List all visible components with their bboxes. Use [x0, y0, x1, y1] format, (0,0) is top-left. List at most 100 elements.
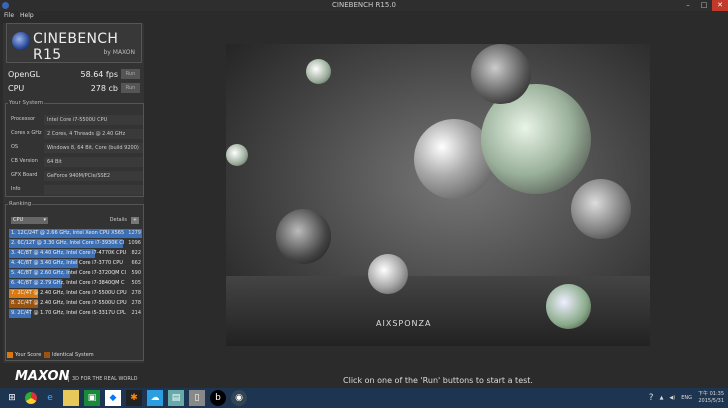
system-row: CB Version 64 Bit — [9, 156, 143, 167]
ranking-item-score: 214 — [131, 310, 141, 316]
logo-title: CINEBENCH R15 — [33, 31, 119, 63]
ranking-item-score: 505 — [131, 280, 141, 286]
window-title: CINEBENCH R15.0 — [332, 1, 396, 9]
ranking-item[interactable]: 2. 6C/12T @ 3.30 GHz, Intel Core i7-3930… — [9, 239, 142, 248]
maxon-tagline: 3D FOR THE REAL WORLD — [68, 376, 137, 382]
cpu-value: 278 cb — [90, 84, 118, 93]
cpu-run-button[interactable]: Run — [121, 83, 140, 93]
system-row: Info — [9, 184, 143, 195]
network-icon[interactable]: ▲ — [660, 395, 664, 401]
language-indicator[interactable]: ENG — [681, 395, 692, 401]
store-icon[interactable]: ▣ — [84, 390, 100, 406]
remote-desktop-icon[interactable]: ▤ — [168, 390, 184, 406]
system-row-label: OS — [11, 144, 19, 150]
system-row: OS Windows 8, 64 Bit, Core (build 9200) — [9, 142, 143, 153]
ranking-title: Ranking — [9, 201, 32, 207]
help-icon[interactable]: ? — [649, 393, 654, 403]
menu-help[interactable]: Help — [20, 11, 34, 21]
opengl-score-row: OpenGL 58.64 fps Run — [8, 69, 140, 79]
chrome-icon[interactable] — [25, 392, 37, 404]
ranking-item[interactable]: 9. 2C/4T @ 1.70 GHz, Intel Core i5-3317U… — [9, 309, 142, 318]
ranking-item-label: 8. 2C/4T @ 2.40 GHz, Intel Core i7-5500U… — [11, 300, 127, 306]
dropbox-icon[interactable]: ◆ — [105, 390, 121, 406]
ranking-item-label: 6. 4C/8T @ 2.79 GHz, Intel Core i7-3840Q… — [11, 280, 125, 286]
system-row-label: CB Version — [11, 158, 38, 164]
maximize-button[interactable]: □ — [696, 0, 712, 11]
system-row-label: Cores x GHz — [11, 130, 42, 136]
identical-swatch — [44, 352, 50, 358]
aixsponza-watermark: AIXSPONZA — [376, 319, 432, 328]
your-system-title: Your System — [9, 100, 43, 106]
cinebench-taskbar-icon[interactable]: ◉ — [231, 390, 247, 406]
maxon-logo: MAXON — [15, 369, 70, 384]
system-row-label: Info — [11, 186, 21, 192]
ranking-item-score: 1096 — [128, 240, 141, 246]
ranking-item[interactable]: 3. 4C/8T @ 4.40 GHz, Intel Core i7-4770K… — [9, 249, 142, 258]
system-row-value — [44, 185, 143, 195]
minimize-button[interactable]: – — [680, 0, 696, 11]
opengl-run-button[interactable]: Run — [121, 69, 140, 79]
ranking-panel: Ranking CPU ▾ Details + 1. 12C/24T @ 2.6… — [5, 201, 144, 361]
legend-identical-system: Identical System — [44, 352, 94, 358]
ranking-type-dropdown[interactable]: CPU ▾ — [11, 217, 48, 224]
system-row-label: Processor — [11, 116, 36, 122]
ranking-item[interactable]: 5. 4C/8T @ 2.60 GHz, Intel Core i7-3720Q… — [9, 269, 142, 278]
render-sphere — [368, 254, 408, 294]
logo-subtitle: by MAXON — [103, 49, 136, 56]
folder-icon[interactable]: ▯ — [189, 390, 205, 406]
legend-your-score: Your Score — [7, 352, 41, 358]
menu-bar: File Help — [0, 11, 34, 21]
left-panel: CINEBENCH R15 by MAXON OpenGL 58.64 fps … — [3, 23, 144, 363]
ranking-item-score: 662 — [131, 260, 141, 266]
system-row: Cores x GHz 2 Cores, 4 Threads @ 2.40 GHz — [9, 128, 143, 139]
system-row-value: GeForce 940M/PCIe/SSE2 — [44, 171, 143, 181]
system-row-value: Intel Core i7-5500U CPU — [44, 115, 143, 125]
status-message: Click on one of the 'Run' buttons to sta… — [343, 376, 533, 385]
ranking-item-label: 5. 4C/8T @ 2.60 GHz, Intel Core i7-3720Q… — [11, 270, 127, 276]
your-system-panel: Your System Processor Intel Core i7-5500U… — [5, 100, 144, 197]
details-label: Details — [109, 217, 127, 223]
internet-explorer-icon[interactable]: e — [42, 390, 58, 406]
render-viewport: AIXSPONZA — [226, 44, 650, 346]
system-row-value: 2 Cores, 4 Threads @ 2.40 GHz — [44, 129, 143, 139]
taskbar: ⊞ e ▣ ◆ ✱ ☁ ▤ ▯ b ◉ ? ▲ ◀) ENG 下午 01:35 2… — [0, 388, 728, 408]
ranking-item-label: 1. 12C/24T @ 2.66 GHz, Intel Xeon CPU X5… — [11, 230, 125, 236]
system-tray: ? ▲ ◀) ENG 下午 01:35 2015/5/31 — [649, 388, 724, 408]
legend-label: Your Score — [15, 352, 42, 358]
cloud-icon[interactable]: ☁ — [147, 390, 163, 406]
ranking-item-score: 278 — [131, 300, 141, 306]
ranking-item-label: 2. 6C/12T @ 3.30 GHz, Intel Core i7-3930… — [11, 240, 125, 246]
windows-start-icon[interactable]: ⊞ — [4, 390, 20, 406]
ranking-item[interactable]: 1. 12C/24T @ 2.66 GHz, Intel Xeon CPU X5… — [9, 229, 142, 238]
ranking-item-label: 3. 4C/8T @ 4.40 GHz, Intel Core i7-4770K… — [11, 250, 127, 256]
menu-file[interactable]: File — [4, 11, 14, 21]
beats-icon[interactable]: b — [210, 390, 226, 406]
volume-icon[interactable]: ◀) — [669, 395, 675, 401]
cpu-label: CPU — [8, 84, 25, 93]
system-row: GFX Board GeForce 940M/PCIe/SSE2 — [9, 170, 143, 181]
ranking-item[interactable]: 8. 2C/4T @ 2.40 GHz, Intel Core i7-5500U… — [9, 299, 142, 308]
ranking-item-score: 590 — [131, 270, 141, 276]
ranking-item-label: 7. 2C/4T @ 2.40 GHz, Intel Core i7-5500U… — [11, 290, 127, 296]
clock-date: 2015/5/31 — [698, 398, 724, 404]
render-sphere — [276, 209, 331, 264]
dropdown-value: CPU — [13, 217, 24, 223]
ranking-item[interactable]: 6. 4C/8T @ 2.79 GHz, Intel Core i7-3840Q… — [9, 279, 142, 288]
photos-icon[interactable]: ✱ — [126, 390, 142, 406]
clock[interactable]: 下午 01:35 2015/5/31 — [698, 391, 724, 405]
legend-label: Identical System — [52, 352, 94, 358]
render-sphere — [226, 144, 248, 166]
ranking-item-label: 9. 2C/4T @ 1.70 GHz, Intel Core i5-3317U… — [11, 310, 126, 316]
ranking-item[interactable]: 4. 4C/8T @ 3.40 GHz, Intel Core i7-3770 … — [9, 259, 142, 268]
file-explorer-icon[interactable] — [63, 390, 79, 406]
opengl-value: 58.64 fps — [80, 70, 118, 79]
details-toggle-button[interactable]: + — [131, 217, 139, 224]
ranking-item-score: 1279 — [128, 230, 141, 236]
ranking-item[interactable]: 7. 2C/4T @ 2.40 GHz, Intel Core i7-5500U… — [9, 289, 142, 298]
close-button[interactable]: ✕ — [712, 0, 728, 11]
your-score-swatch — [7, 352, 13, 358]
render-sphere — [306, 59, 331, 84]
chevron-down-icon: ▾ — [43, 217, 46, 223]
cinebench-app-icon — [2, 2, 9, 9]
system-row-label: GFX Board — [11, 172, 38, 178]
